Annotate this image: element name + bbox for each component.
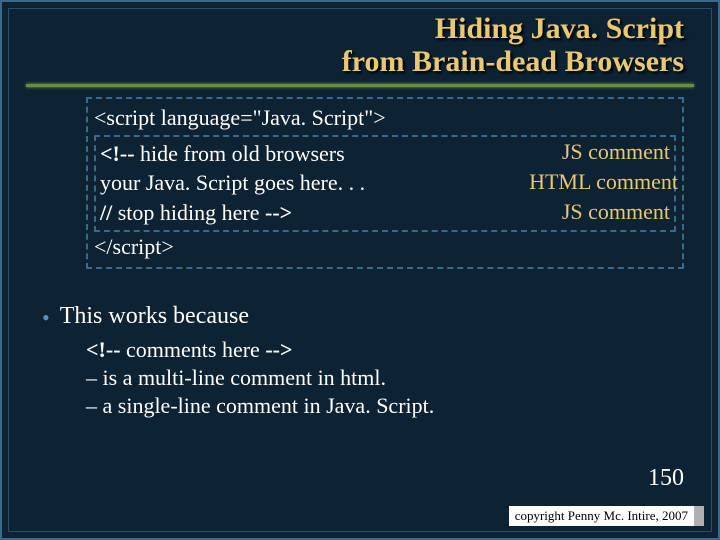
sub-code-mid: comments here: [121, 337, 266, 362]
copyright-strip: copyright Penny Mc. Intire, 2007: [509, 506, 704, 526]
code-stop-line: // stop hiding here -->: [100, 198, 670, 228]
page-number: 150: [648, 465, 684, 492]
bullet-dot: •: [42, 305, 50, 331]
slide-title: Hiding Java. Script from Brain-dead Brow…: [26, 12, 694, 78]
title-line-1: Hiding Java. Script: [435, 12, 684, 45]
bullet-text: This works because: [60, 303, 249, 330]
sub-code-open: <!--: [86, 337, 121, 362]
copyright-text: copyright Penny Mc. Intire, 2007: [509, 506, 694, 526]
code-open-tag: <script language="Java. Script">: [94, 103, 676, 133]
title-underline: [26, 84, 694, 87]
stop-suffix: -->: [265, 200, 292, 225]
sub-code-close: -->: [265, 337, 292, 362]
hide-text: hide from old browsers: [135, 141, 345, 166]
strip-tail: [694, 506, 704, 526]
hide-prefix: <!--: [100, 141, 135, 166]
slide: Hiding Java. Script from Brain-dead Brow…: [0, 0, 720, 540]
code-body-line: your Java. Script goes here. . .: [100, 168, 670, 198]
code-block: <script language="Java. Script"> JS comm…: [86, 97, 684, 269]
sub-line-1: – is a multi-line comment in html.: [86, 365, 694, 391]
code-outer-box: <script language="Java. Script"> JS comm…: [86, 97, 684, 269]
bullet-row: • This works because: [42, 303, 694, 331]
code-hide-line: <!-- hide from old browsers: [100, 139, 670, 169]
sub-line-2: – a single-line comment in Java. Script.: [86, 393, 694, 419]
code-close-tag: </script>: [94, 232, 676, 262]
code-inner-box: JS comment HTML comment JS comment <!-- …: [94, 135, 676, 232]
sub-code-line: <!-- comments here -->: [86, 337, 694, 363]
sub-block: <!-- comments here --> – is a multi-line…: [86, 337, 694, 419]
stop-mid: stop hiding here: [112, 200, 265, 225]
stop-prefix: //: [100, 200, 112, 225]
title-line-2: from Brain-dead Browsers: [342, 45, 684, 78]
